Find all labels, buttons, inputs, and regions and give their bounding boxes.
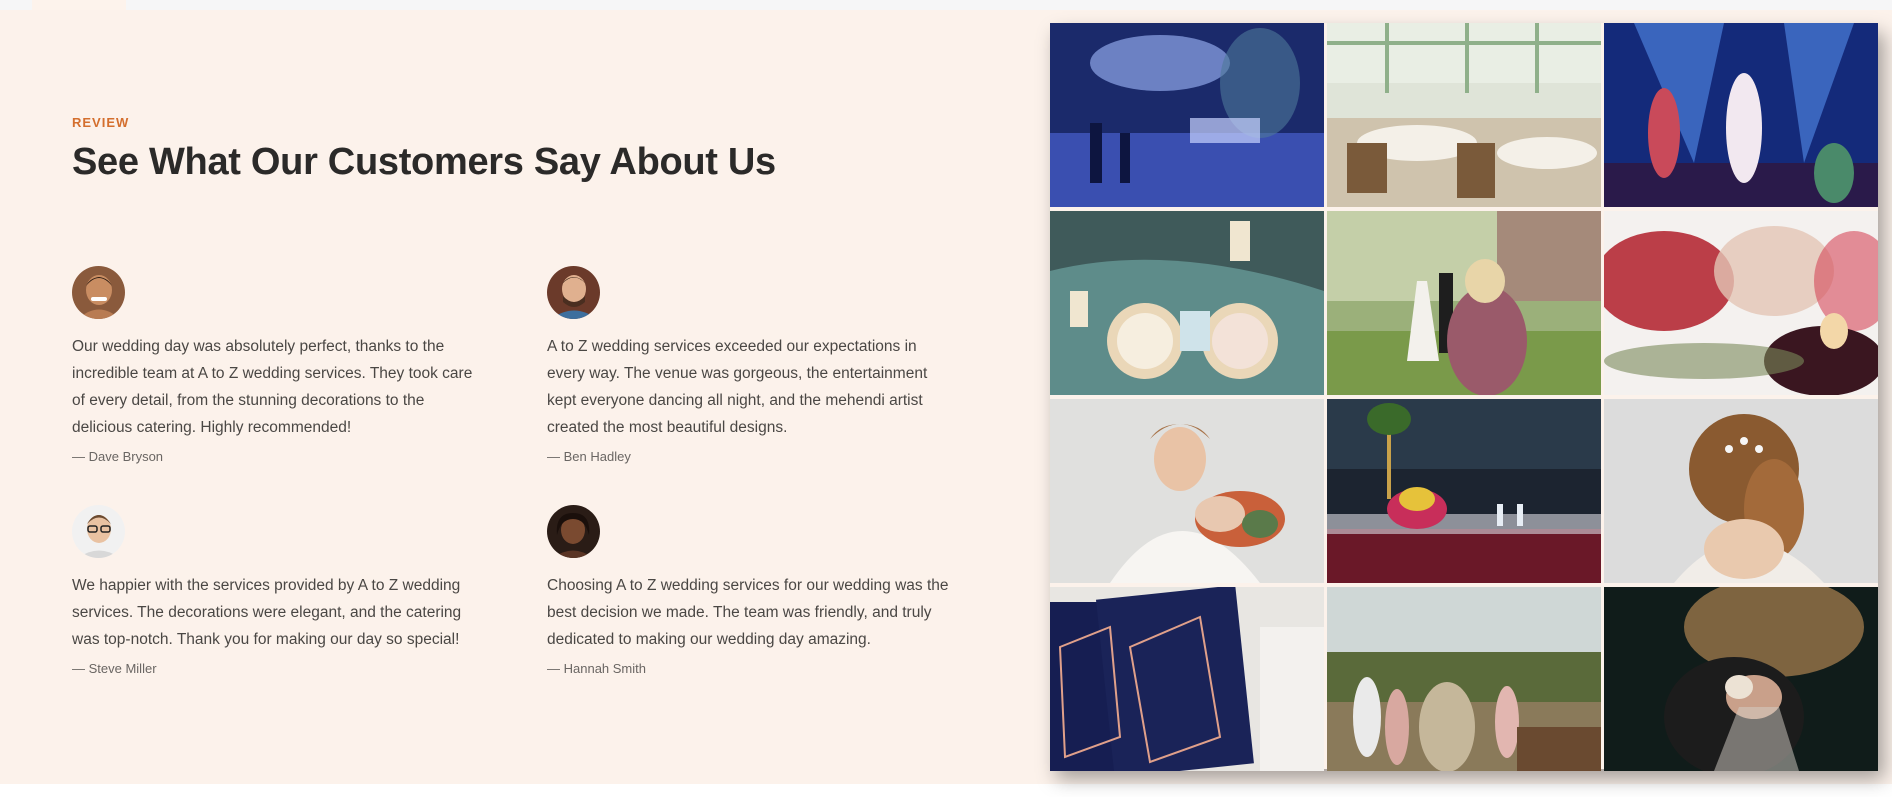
review-quote: Our wedding day was absolutely perfect, …	[72, 338, 473, 436]
review-card: We happier with the services provided by…	[72, 505, 482, 676]
avatar	[72, 266, 125, 319]
avatar	[547, 505, 600, 558]
glasshouse-dining-photo	[1327, 23, 1601, 207]
top-strip	[0, 0, 1892, 10]
review-author: — Ben Hadley	[547, 449, 631, 464]
invitation-cards-photo	[1050, 587, 1324, 771]
section-heading: See What Our Customers Say About Us	[72, 141, 776, 183]
review-card: Choosing A to Z wedding services for our…	[547, 505, 957, 676]
review-card: Our wedding day was absolutely perfect, …	[72, 266, 482, 464]
bride-bouquet-photo	[1050, 399, 1324, 583]
review-author: — Steve Miller	[72, 661, 157, 676]
bride-bouquet-dark-photo	[1604, 587, 1878, 771]
bride-hair-photo	[1604, 399, 1878, 583]
eyebrow-label: REVIEW	[72, 115, 130, 130]
review-author: — Dave Bryson	[72, 449, 164, 464]
tab-stub	[32, 0, 126, 10]
outdoor-guests-photo	[1327, 587, 1601, 771]
blurred-toast-photo	[1604, 211, 1878, 395]
review-quote: A to Z wedding services exceeded our exp…	[547, 338, 928, 436]
blue-lit-venue-photo	[1050, 23, 1324, 207]
stage-dancers-photo	[1604, 23, 1878, 207]
review-card: A to Z wedding services exceeded our exp…	[547, 266, 957, 464]
bride-groom-photographer-photo	[1327, 211, 1601, 395]
review-author: — Hannah Smith	[547, 661, 646, 676]
table-setting-photo	[1050, 211, 1324, 395]
reception-table-photo	[1327, 399, 1601, 583]
review-quote: We happier with the services provided by…	[72, 577, 462, 648]
avatar	[72, 505, 125, 558]
photo-gallery	[1050, 23, 1878, 771]
review-quote: Choosing A to Z wedding services for our…	[547, 577, 949, 648]
avatar	[547, 266, 600, 319]
